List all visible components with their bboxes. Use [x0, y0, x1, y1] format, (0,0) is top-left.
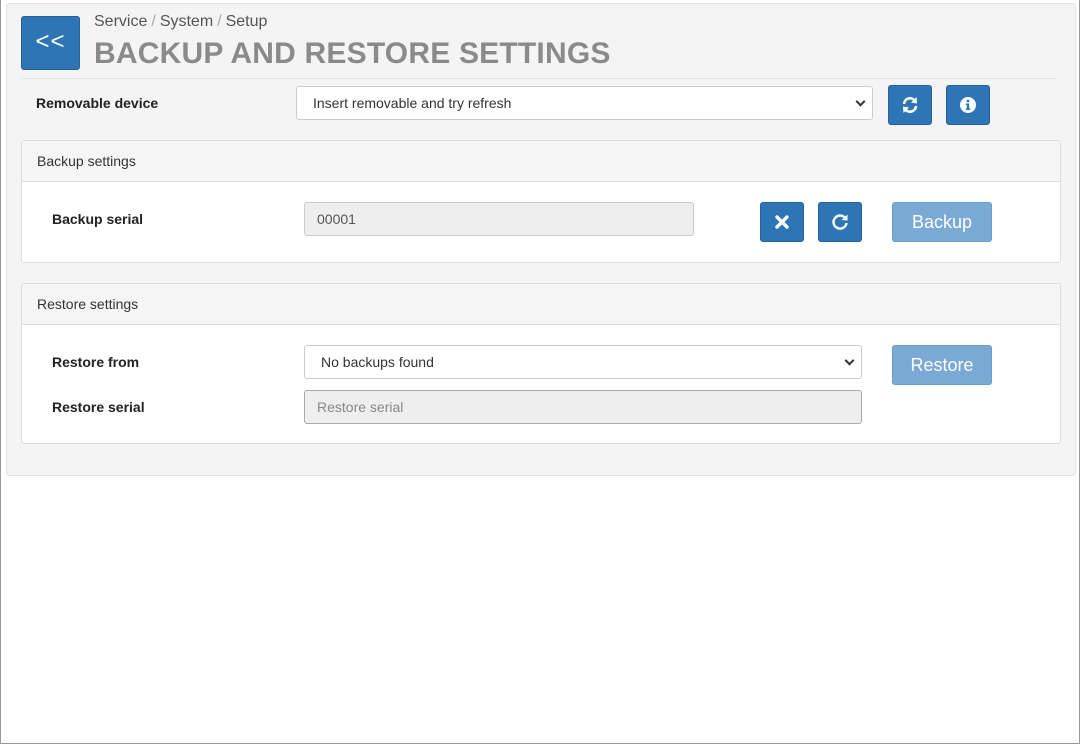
breadcrumb: Service / System / Setup: [94, 13, 267, 31]
info-button[interactable]: [946, 85, 990, 125]
backup-serial-label: Backup serial: [52, 211, 144, 227]
removable-device-label: Removable device: [36, 95, 159, 111]
page-title: BACKUP AND RESTORE SETTINGS: [94, 37, 611, 70]
restore-from-selected: No backups found: [321, 354, 434, 370]
title-divider: [21, 78, 1057, 79]
info-icon: [960, 97, 976, 113]
backup-button[interactable]: Backup: [892, 202, 992, 242]
restore-settings-heading: Restore settings: [22, 284, 1060, 325]
reload-icon: [832, 214, 848, 230]
breadcrumb-item-system[interactable]: System: [160, 13, 213, 30]
backup-serial-field[interactable]: 00001: [304, 202, 694, 236]
refresh-icon: [902, 97, 918, 113]
restore-button[interactable]: Restore: [892, 345, 992, 385]
chevron-down-icon: [855, 96, 866, 107]
clear-serial-button[interactable]: [760, 202, 804, 242]
restore-serial-field[interactable]: Restore serial: [304, 390, 862, 424]
restore-from-select[interactable]: No backups found: [304, 345, 862, 379]
breadcrumb-item-service[interactable]: Service: [94, 13, 147, 30]
breadcrumb-separator: /: [217, 13, 222, 30]
breadcrumb-item-setup[interactable]: Setup: [226, 13, 268, 30]
reset-serial-button[interactable]: [818, 202, 862, 242]
chevron-down-icon: [844, 355, 855, 366]
breadcrumb-separator: /: [151, 13, 156, 30]
close-icon: [775, 215, 789, 229]
restore-from-label: Restore from: [52, 354, 140, 370]
restore-serial-label: Restore serial: [52, 399, 145, 415]
backup-settings-heading: Backup settings: [22, 141, 1060, 182]
back-button[interactable]: <<: [21, 16, 80, 70]
refresh-device-button[interactable]: [888, 85, 932, 125]
removable-device-select[interactable]: Insert removable and try refresh: [296, 86, 873, 120]
removable-device-selected: Insert removable and try refresh: [313, 95, 512, 111]
